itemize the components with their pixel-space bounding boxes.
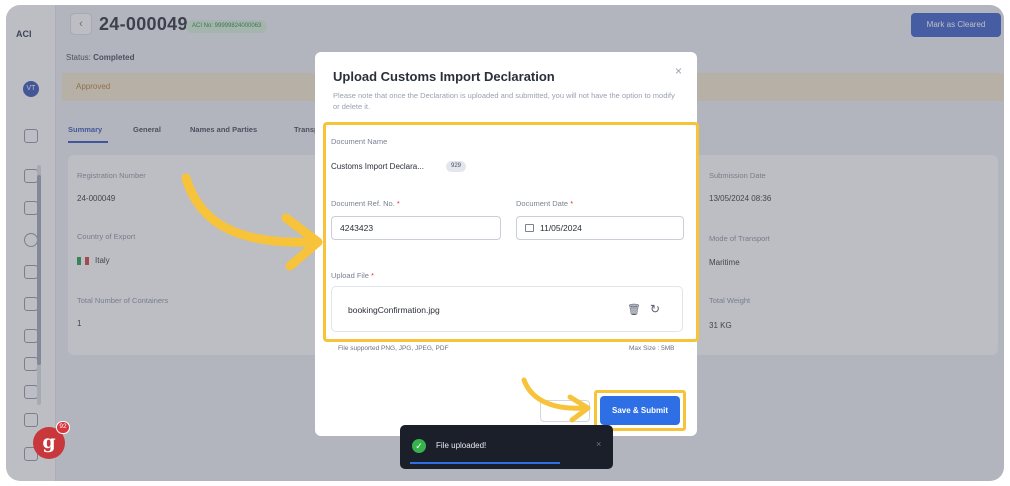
modal-title: Upload Customs Import Declaration bbox=[333, 69, 555, 84]
document-name-value: Customs Import Declara... bbox=[331, 162, 424, 171]
file-name: bookingConfirmation.jpg bbox=[348, 305, 440, 315]
max-size-text: Max Size : 5MB bbox=[629, 345, 675, 352]
document-name-label: Document Name bbox=[331, 137, 388, 146]
upload-file-label: Upload File * bbox=[331, 271, 374, 280]
trash-icon[interactable]: 🗑 bbox=[627, 303, 641, 316]
document-ref-label: Document Ref. No. * bbox=[331, 199, 400, 208]
cancel-button[interactable] bbox=[540, 400, 590, 422]
reload-icon[interactable]: ↻ bbox=[650, 302, 660, 316]
document-date-input[interactable]: 11/05/2024 bbox=[516, 216, 684, 240]
save-and-submit-button[interactable]: Save & Submit bbox=[600, 396, 680, 425]
toast-message: File uploaded! bbox=[436, 441, 487, 450]
upload-toast: ✓ File uploaded! × bbox=[400, 425, 613, 469]
document-name-chip: 929 bbox=[446, 161, 467, 172]
uploaded-file-row: bookingConfirmation.jpg 🗑 ↻ bbox=[331, 286, 683, 332]
document-date-label: Document Date * bbox=[516, 199, 574, 208]
modal-note: Please note that once the Declaration is… bbox=[333, 91, 675, 111]
supported-formats-text: File supported PNG, JPG, JPEG, PDF bbox=[338, 345, 449, 352]
document-ref-input[interactable]: 4243423 bbox=[331, 216, 501, 240]
toast-close-icon[interactable]: × bbox=[596, 439, 601, 449]
toast-progress bbox=[410, 462, 560, 464]
close-icon[interactable]: × bbox=[675, 64, 682, 78]
notification-badge: 92 bbox=[56, 421, 70, 434]
calendar-icon bbox=[525, 224, 534, 232]
check-icon: ✓ bbox=[412, 439, 426, 453]
